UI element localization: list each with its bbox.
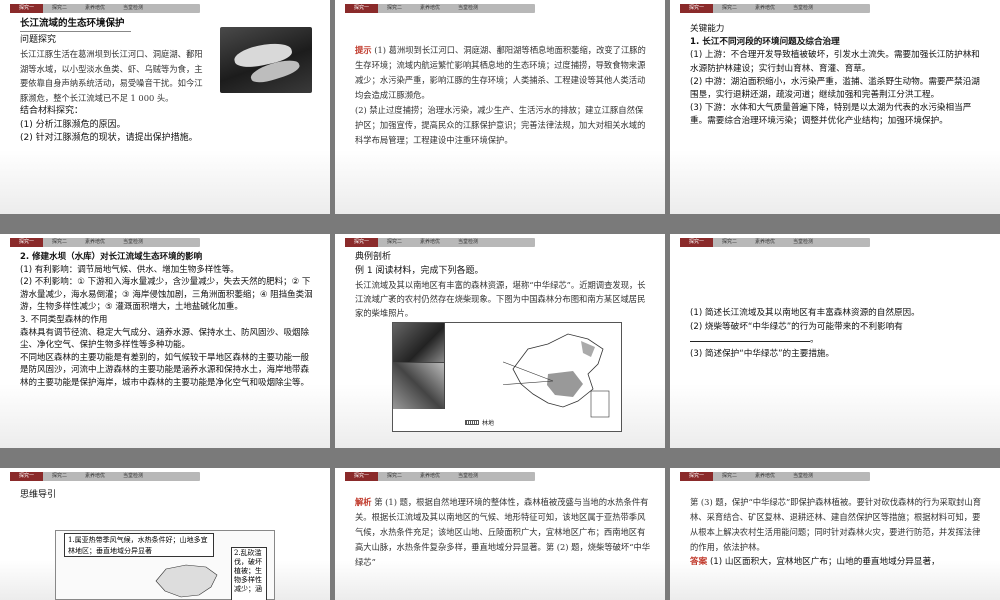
slide-7[interactable]: 探究一 探究二 素养培优 当堂检测 思维导引 1.属亚热带季风气候，水热条件好；… <box>0 468 330 600</box>
slide-3[interactable]: 探究一 探究二 素养培优 当堂检测 关键能力 1. 长江不同河段的环境问题及综合… <box>670 0 1000 214</box>
question-1: (1) 简述长江流域及其以南地区有丰富森林资源的自然原因。 <box>690 308 920 318</box>
tab-test[interactable]: 当堂检测 <box>449 472 487 481</box>
slide-4[interactable]: 探究一 探究二 素养培优 当堂检测 2. 修建水坝（水库）对长江流域生态环境的影… <box>0 234 330 448</box>
example-heading: 典例剖析 <box>355 252 392 262</box>
dam-benefit: (1) 有利影响：调节局地气候、供水、增加生物多样性等。 <box>20 264 239 275</box>
tab-literacy[interactable]: 素养培优 <box>76 4 114 13</box>
tab-test[interactable]: 当堂检测 <box>784 238 822 247</box>
tab-bar: 探究一 探究二 素养培优 当堂检测 <box>680 238 870 247</box>
tab-bar: 探究一 探究二 素养培优 当堂检测 <box>10 238 200 247</box>
tab-bar: 探究一 探究二 素养培优 当堂检测 <box>10 472 200 481</box>
tab-literacy[interactable]: 素养培优 <box>76 238 114 247</box>
tab-explore-2[interactable]: 探究二 <box>43 4 76 13</box>
forest-regional: 不同地区森林的主要功能是有差别的，如气候较干旱地区森林的主要功能一般是防风固沙，… <box>20 352 310 388</box>
tab-test[interactable]: 当堂检测 <box>449 238 487 247</box>
analysis-label: 解析 <box>355 497 372 507</box>
tip-label: 提示 <box>355 45 372 55</box>
tab-explore-1[interactable]: 探究一 <box>680 4 714 13</box>
slide-grid: 探究一 探究二 素养培优 当堂检测 长江流域的生态环境保护 问题探究 长江江豚生… <box>0 0 1000 600</box>
china-map <box>503 333 610 418</box>
tab-bar: 探究一 探究二 素养培优 当堂检测 <box>680 4 870 13</box>
question-1: (1) 分析江豚濒危的原因。 <box>20 119 126 130</box>
tab-explore-1[interactable]: 探究一 <box>10 238 44 247</box>
section-label: 问题探究 <box>20 34 57 45</box>
tab-explore-2[interactable]: 探究二 <box>713 472 746 481</box>
house-photo <box>393 363 445 409</box>
tab-literacy[interactable]: 素养培优 <box>746 4 784 13</box>
slide-title: 长江流域的生态环境保护 <box>20 17 131 32</box>
porpoise-photo <box>220 27 312 93</box>
tab-explore-1[interactable]: 探究一 <box>680 472 714 481</box>
downstream-text: (3) 下游：水体和大气质量普遍下降，特别是以太湖为代表的水污染相当严重。需要综… <box>690 103 972 127</box>
tab-explore-2[interactable]: 探究二 <box>378 4 411 13</box>
tab-literacy[interactable]: 素养培优 <box>411 238 449 247</box>
tab-literacy[interactable]: 素养培优 <box>746 472 784 481</box>
tab-explore-1[interactable]: 探究一 <box>680 238 714 247</box>
tab-explore-1[interactable]: 探究一 <box>345 472 379 481</box>
tab-explore-2[interactable]: 探究二 <box>43 472 76 481</box>
question-3: (3) 简述保护“中华绿芯”的主要措施。 <box>690 348 835 359</box>
tab-explore-1[interactable]: 探究一 <box>10 4 44 13</box>
section-heading: 关键能力 <box>690 24 725 34</box>
tab-test[interactable]: 当堂检测 <box>114 238 152 247</box>
question-2: (2) 烧柴等破坏“中华绿芯”的行为可能带来的不利影响有 <box>690 321 903 332</box>
example-passage: 长江流域及其以南地区有丰富的森林资源，堪称“中华绿芯”。近期调查发现，长江流域广… <box>355 280 646 318</box>
tab-literacy[interactable]: 素养培优 <box>411 4 449 13</box>
slide-6[interactable]: 探究一 探究二 素养培优 当堂检测 (1) 简述长江流域及其以南地区有丰富森林资… <box>670 234 1000 448</box>
slide-5[interactable]: 探究一 探究二 素养培优 当堂检测 典例剖析 例 1 阅读材料，完成下列各题。 … <box>335 234 665 448</box>
map-legend: 林地 <box>465 418 494 427</box>
example-sub: 例 1 阅读材料，完成下列各题。 <box>355 265 484 276</box>
tab-test[interactable]: 当堂检测 <box>114 472 152 481</box>
tab-explore-1[interactable]: 探究一 <box>345 4 379 13</box>
tab-explore-1[interactable]: 探究一 <box>10 472 44 481</box>
sub-heading: 结合材料探究： <box>20 106 84 116</box>
tip-paragraph-1: 提示 (1) 葛洲坝到长江河口、洞庭湖、鄱阳湖等栖息地面积萎缩，改变了江豚的生存… <box>355 45 646 100</box>
tab-explore-2[interactable]: 探究二 <box>713 238 746 247</box>
mini-china-map <box>155 564 218 598</box>
analysis-text: 第 (1) 题，根据自然地理环境的整体性，森林植被茂盛与当地的水热条件有关。根据… <box>355 497 651 567</box>
guide-box-1: 1.属亚热带季风气候，水热条件好；山地多宜林地区；垂直地域分异显著 <box>64 533 214 557</box>
dam-heading: 2. 修建水坝（水库）对长江流域生态环境的影响 <box>20 252 203 262</box>
upstream-text: (1) 上游：不合理开发导致植被破坏，引发水土流失。需要加强长江防护林和水源防护… <box>690 50 980 74</box>
forest-functions: 森林具有调节径流、稳定大气成分、涵养水源、保持水土、防风固沙、吸烟除尘、净化空气… <box>20 327 310 351</box>
dam-harm: (2) 不利影响：① 下游和入海水量减少，含沙量减少，失去天然的肥料；② 下游水… <box>20 277 313 313</box>
woodpile-photo <box>393 323 445 363</box>
midstream-text: (2) 中游：湖泊面积缩小，水污染严重，滥捕、滥杀野生动物。需要严禁沿湖围垦，实… <box>690 76 980 101</box>
forest-map-figure: 林地 <box>392 322 622 432</box>
tab-literacy[interactable]: 素养培优 <box>411 472 449 481</box>
question-2: (2) 针对江豚濒危的现状，请提出保护措施。 <box>20 133 198 143</box>
slide-8[interactable]: 探究一 探究二 素养培优 当堂检测 解析 第 (1) 题，根据自然地理环境的整体… <box>335 468 665 600</box>
tab-bar: 探究一 探究二 素养培优 当堂检测 <box>345 238 535 247</box>
answer-label: 答案 <box>690 557 708 567</box>
tab-test[interactable]: 当堂检测 <box>114 4 152 13</box>
tab-literacy[interactable]: 素养培优 <box>746 238 784 247</box>
sub-heading: 1. 长江不同河段的环境问题及综合治理 <box>690 37 840 48</box>
forest-heading: 3. 不同类型森林的作用 <box>20 314 108 325</box>
guide-box-2: 2.乱砍滥伐，破坏植被；生物多样性减少；涵 <box>231 547 267 600</box>
tab-explore-2[interactable]: 探究二 <box>713 4 746 13</box>
guide-heading: 思维导引 <box>20 490 57 500</box>
thinking-guide-figure: 1.属亚热带季风气候，水热条件好；山地多宜林地区；垂直地域分异显著 2.乱砍滥伐… <box>55 530 275 600</box>
tab-explore-2[interactable]: 探究二 <box>378 472 411 481</box>
slide-2[interactable]: 探究一 探究二 素养培优 当堂检测 提示 (1) 葛洲坝到长江河口、洞庭湖、鄱阳… <box>335 0 665 214</box>
tab-explore-2[interactable]: 探究二 <box>378 238 411 247</box>
passage: 长江江豚生活在葛洲坝到长江河口、洞庭湖、鄱阳湖等水域，以小型淡水鱼类、虾、乌贼等… <box>20 49 203 103</box>
question-2-blank[interactable]: 。 <box>690 334 982 348</box>
analysis-continued: 第 (3) 题，保护“中华绿芯”即保护森林植被。要针对砍伐森林的行为采取封山育林… <box>690 497 982 552</box>
tab-bar: 探究一 探究二 素养培优 当堂检测 <box>345 4 535 13</box>
tab-bar: 探究一 探究二 素养培优 当堂检测 <box>10 4 200 13</box>
tab-literacy[interactable]: 素养培优 <box>76 472 114 481</box>
slide-1[interactable]: 探究一 探究二 素养培优 当堂检测 长江流域的生态环境保护 问题探究 长江江豚生… <box>0 0 330 214</box>
tip-paragraph-2: (2) 禁止过度捕捞；治理水污染，减少生产、生活污水的排放；建立江豚自然保护区；… <box>355 105 646 145</box>
tab-explore-2[interactable]: 探究二 <box>43 238 76 247</box>
tab-bar: 探究一 探究二 素养培优 当堂检测 <box>680 472 870 481</box>
tab-bar: 探究一 探究二 素养培优 当堂检测 <box>345 472 535 481</box>
tab-test[interactable]: 当堂检测 <box>784 472 822 481</box>
slide-9[interactable]: 探究一 探究二 素养培优 当堂检测 第 (3) 题，保护“中华绿芯”即保护森林植… <box>670 468 1000 600</box>
answer-line: 答案 (1) 山区面积大，宜林地区广布；山地的垂直地域分异显著， <box>690 557 940 567</box>
tab-test[interactable]: 当堂检测 <box>449 4 487 13</box>
tab-explore-1[interactable]: 探究一 <box>345 238 379 247</box>
tab-test[interactable]: 当堂检测 <box>784 4 822 13</box>
